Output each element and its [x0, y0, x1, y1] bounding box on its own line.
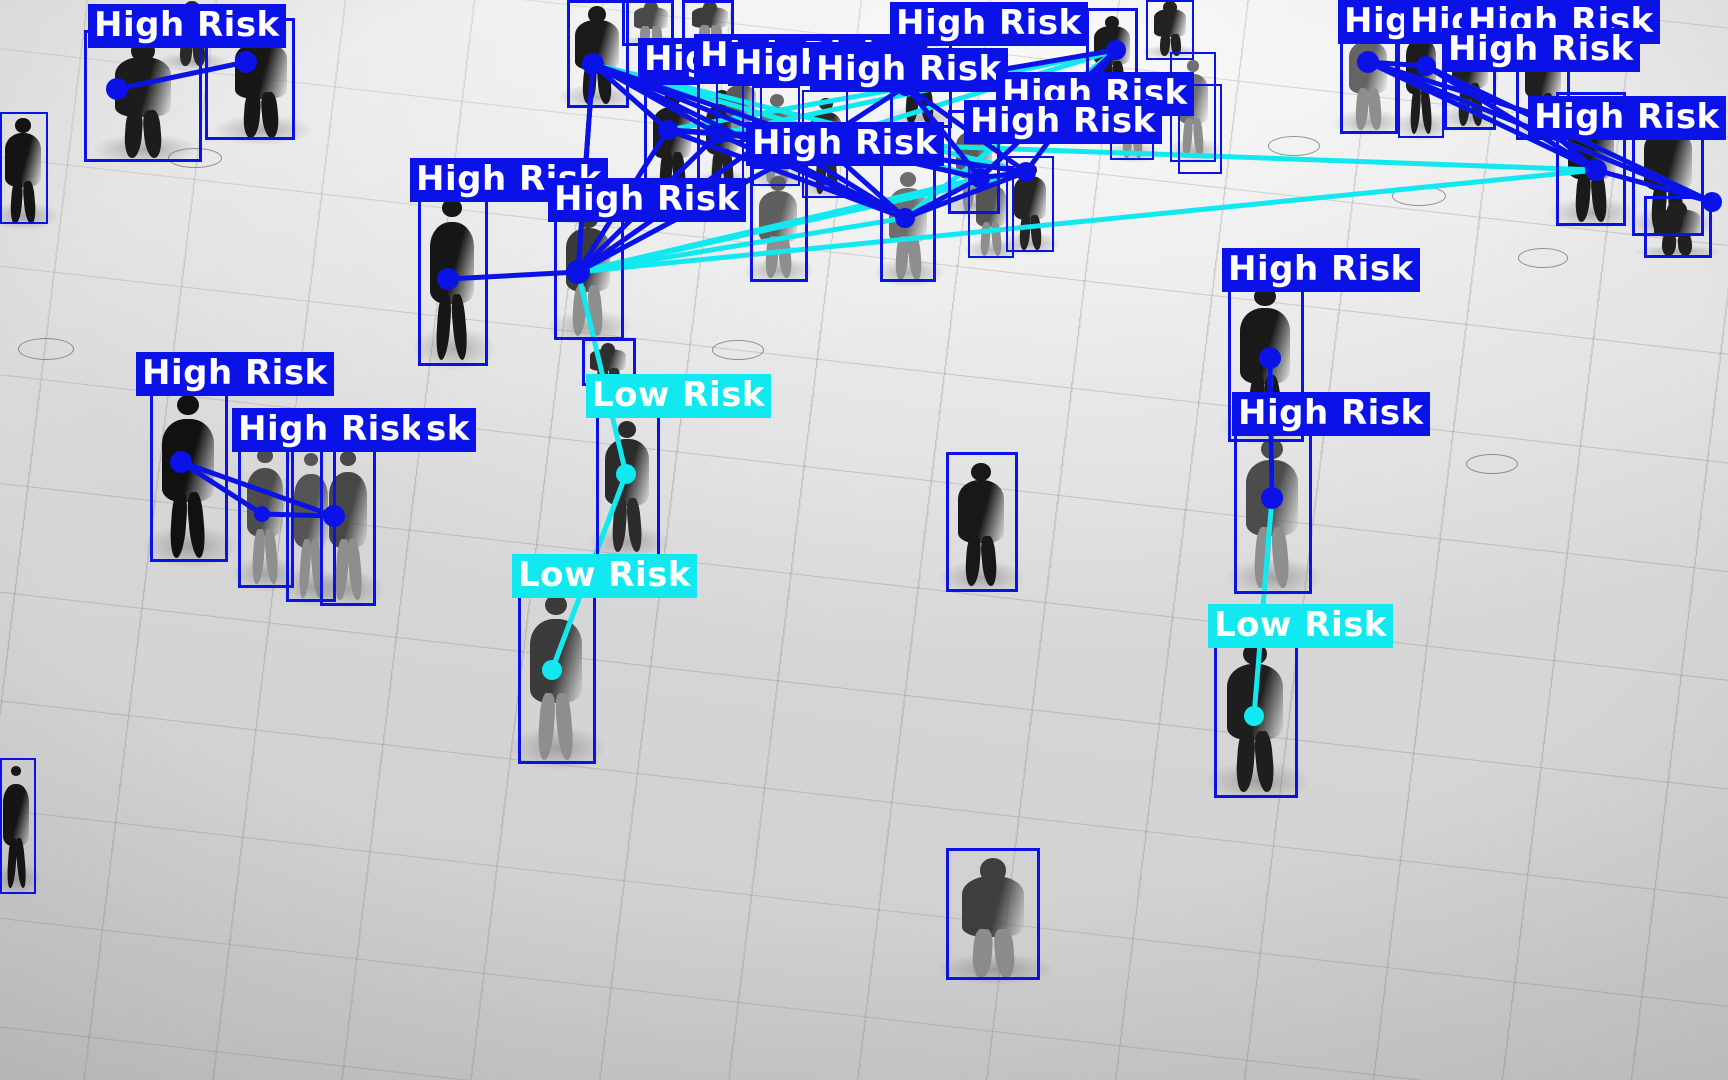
high-risk-centroid-node[interactable] [437, 268, 459, 290]
high-risk-label: High Risk [88, 4, 286, 48]
high-risk-label: High Risk [136, 352, 334, 396]
detection-bounding-box[interactable] [1146, 0, 1194, 60]
detection-bounding-box[interactable] [0, 112, 48, 224]
high-risk-centroid-node[interactable] [170, 451, 192, 473]
high-risk-centroid-node[interactable] [1702, 192, 1722, 212]
high-risk-centroid-node[interactable] [658, 120, 678, 140]
high-risk-centroid-node[interactable] [1259, 347, 1281, 369]
high-risk-centroid-node[interactable] [708, 124, 728, 144]
low-risk-centroid-node[interactable] [616, 464, 636, 484]
low-risk-label: Low Risk [1208, 604, 1393, 648]
detection-bounding-box[interactable] [946, 452, 1018, 592]
high-risk-centroid-node[interactable] [1016, 162, 1036, 182]
high-risk-centroid-node[interactable] [1261, 487, 1283, 509]
high-risk-centroid-node[interactable] [582, 53, 604, 75]
detection-bounding-box[interactable] [150, 382, 228, 562]
high-risk-label: High Risk [1442, 28, 1640, 72]
high-risk-centroid-node[interactable] [1416, 56, 1436, 76]
high-risk-label: High Risk [232, 408, 430, 452]
detection-bounding-box[interactable] [946, 848, 1040, 980]
high-risk-centroid-node[interactable] [1357, 51, 1379, 73]
high-risk-centroid-node[interactable] [1106, 40, 1126, 60]
high-risk-centroid-node[interactable] [566, 260, 590, 284]
high-risk-label: High Risk [1222, 248, 1420, 292]
high-risk-label: sk [420, 408, 476, 452]
low-risk-label: Low Risk [586, 374, 771, 418]
high-risk-label: High Risk [810, 48, 1008, 92]
high-risk-label: High Risk [1528, 96, 1726, 140]
cctv-overlay-stage: High RiskHigh RiskHigh RiskHigh RiskHigh… [0, 0, 1728, 1080]
high-risk-label: High Risk [964, 100, 1162, 144]
high-risk-centroid-node[interactable] [235, 51, 257, 73]
low-risk-label: Low Risk [512, 554, 697, 598]
low-risk-centroid-node[interactable] [542, 660, 562, 680]
high-risk-label: High Risk [548, 178, 746, 222]
high-risk-centroid-node[interactable] [895, 208, 915, 228]
detection-bounding-box[interactable] [1234, 428, 1312, 594]
high-risk-centroid-node[interactable] [1585, 159, 1607, 181]
detection-bounding-box[interactable] [750, 166, 808, 282]
detection-bounding-box[interactable] [84, 30, 202, 162]
high-risk-centroid-node[interactable] [254, 506, 270, 522]
high-risk-label: High Risk [1232, 392, 1430, 436]
high-risk-centroid-node[interactable] [323, 505, 345, 527]
high-risk-label: High Risk [890, 2, 1088, 46]
detection-bounding-box[interactable] [0, 758, 36, 894]
low-risk-centroid-node[interactable] [1244, 706, 1264, 726]
detection-bounding-box[interactable] [596, 410, 660, 558]
high-risk-centroid-node[interactable] [106, 78, 128, 100]
high-risk-centroid-node[interactable] [970, 168, 990, 188]
high-risk-label: High Risk [746, 122, 944, 166]
